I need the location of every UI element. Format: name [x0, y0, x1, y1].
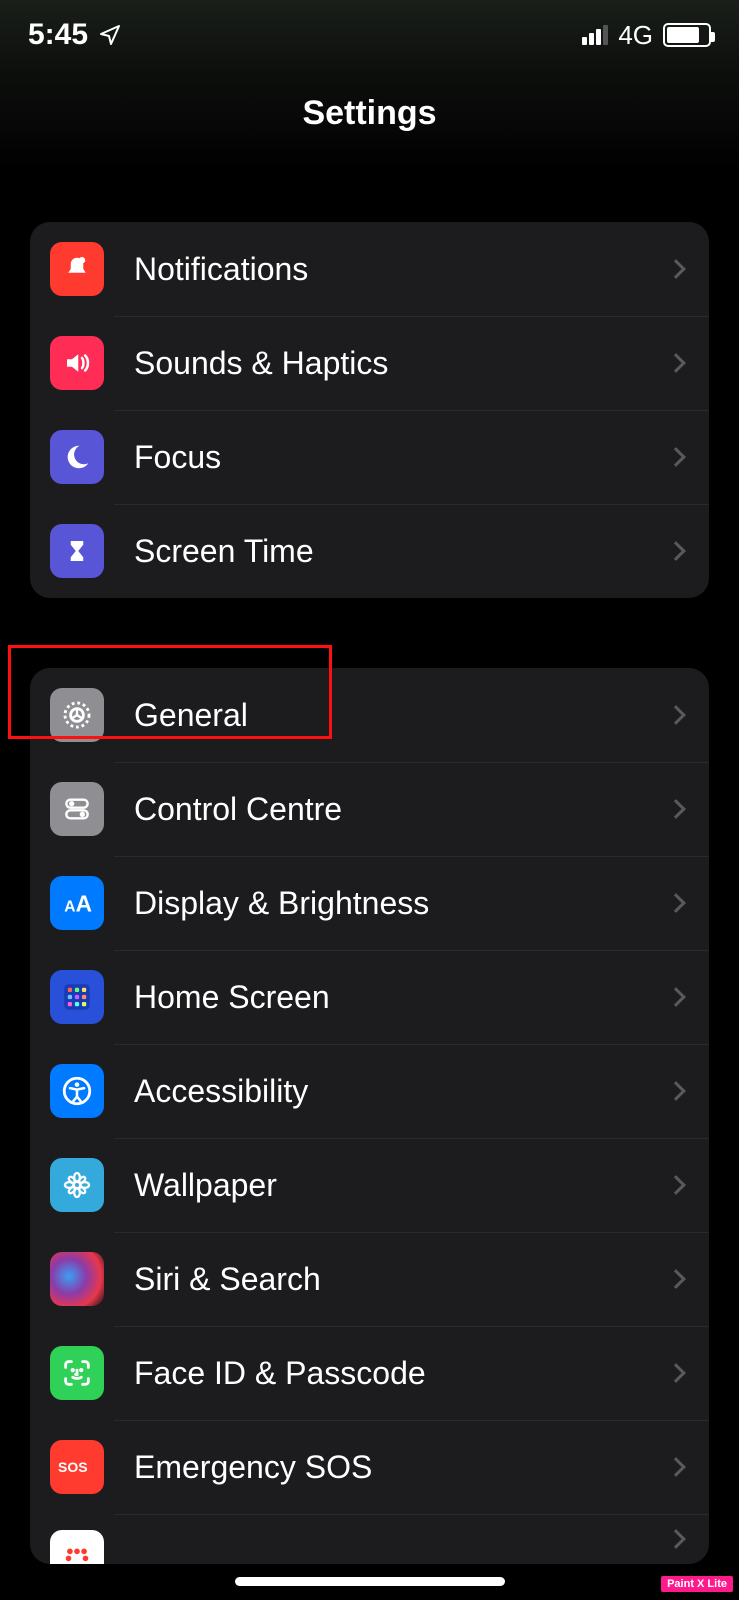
hourglass-icon	[50, 524, 104, 578]
row-homescreen[interactable]: Home Screen	[30, 950, 709, 1044]
row-focus[interactable]: Focus	[30, 410, 709, 504]
faceid-icon	[50, 1346, 104, 1400]
speaker-icon	[50, 336, 104, 390]
watermark: Paint X Lite	[661, 1576, 733, 1592]
chevron-right-icon	[666, 1175, 686, 1195]
row-screentime[interactable]: Screen Time	[30, 504, 709, 598]
flower-icon	[50, 1158, 104, 1212]
sos-icon: SOS	[50, 1440, 104, 1494]
chevron-right-icon	[666, 1529, 686, 1549]
row-label: Home Screen	[134, 979, 669, 1016]
status-right: 4G	[582, 20, 711, 51]
accessibility-icon	[50, 1064, 104, 1118]
cellular-signal-icon	[582, 25, 608, 45]
row-label: Focus	[134, 439, 669, 476]
settings-group-0: Notifications Sounds & Haptics Focus Scr…	[30, 222, 709, 598]
row-siri[interactable]: Siri & Search	[30, 1232, 709, 1326]
row-notifications[interactable]: Notifications	[30, 222, 709, 316]
chevron-right-icon	[666, 447, 686, 467]
moon-icon	[50, 430, 104, 484]
location-icon	[98, 23, 122, 47]
chevron-right-icon	[666, 705, 686, 725]
status-bar: 5:45 4G	[0, 0, 739, 70]
row-label: Sounds & Haptics	[134, 345, 669, 382]
row-wallpaper[interactable]: Wallpaper	[30, 1138, 709, 1232]
chevron-right-icon	[666, 1081, 686, 1101]
row-label: Wallpaper	[134, 1167, 669, 1204]
chevron-right-icon	[666, 541, 686, 561]
status-time: 5:45	[28, 18, 88, 52]
status-left: 5:45	[28, 18, 122, 52]
page-title: Settings	[302, 94, 436, 133]
chevron-right-icon	[666, 893, 686, 913]
row-exposure[interactable]	[30, 1514, 709, 1564]
settings-group-1: General Control Centre AA Display & Brig…	[30, 668, 709, 1564]
chevron-right-icon	[666, 1457, 686, 1477]
row-sos[interactable]: SOS Emergency SOS	[30, 1420, 709, 1514]
bell-icon	[50, 242, 104, 296]
svg-text:SOS: SOS	[58, 1459, 88, 1475]
row-display[interactable]: AA Display & Brightness	[30, 856, 709, 950]
page-header: Settings	[0, 70, 739, 170]
toggles-icon	[50, 782, 104, 836]
chevron-right-icon	[666, 987, 686, 1007]
gear-icon	[50, 688, 104, 742]
row-label: Display & Brightness	[134, 885, 669, 922]
exposure-icon	[50, 1530, 104, 1564]
row-label: Notifications	[134, 251, 669, 288]
appgrid-icon	[50, 970, 104, 1024]
row-controlcentre[interactable]: Control Centre	[30, 762, 709, 856]
siri-icon	[50, 1252, 104, 1306]
row-label: Accessibility	[134, 1073, 669, 1110]
settings-content: Notifications Sounds & Haptics Focus Scr…	[0, 222, 739, 1564]
row-label: Control Centre	[134, 791, 669, 828]
chevron-right-icon	[666, 353, 686, 373]
row-label: Siri & Search	[134, 1261, 669, 1298]
svg-text:A: A	[76, 891, 92, 917]
chevron-right-icon	[666, 799, 686, 819]
network-label: 4G	[618, 20, 653, 51]
textsize-icon: AA	[50, 876, 104, 930]
chevron-right-icon	[666, 259, 686, 279]
battery-icon	[663, 23, 711, 47]
svg-text:A: A	[64, 899, 75, 916]
row-label: Emergency SOS	[134, 1449, 669, 1486]
row-faceid[interactable]: Face ID & Passcode	[30, 1326, 709, 1420]
row-label: Face ID & Passcode	[134, 1355, 669, 1392]
row-sounds[interactable]: Sounds & Haptics	[30, 316, 709, 410]
row-label: Screen Time	[134, 533, 669, 570]
chevron-right-icon	[666, 1363, 686, 1383]
row-label: General	[134, 697, 669, 734]
row-general[interactable]: General	[30, 668, 709, 762]
home-indicator[interactable]	[235, 1577, 505, 1586]
row-accessibility[interactable]: Accessibility	[30, 1044, 709, 1138]
chevron-right-icon	[666, 1269, 686, 1289]
